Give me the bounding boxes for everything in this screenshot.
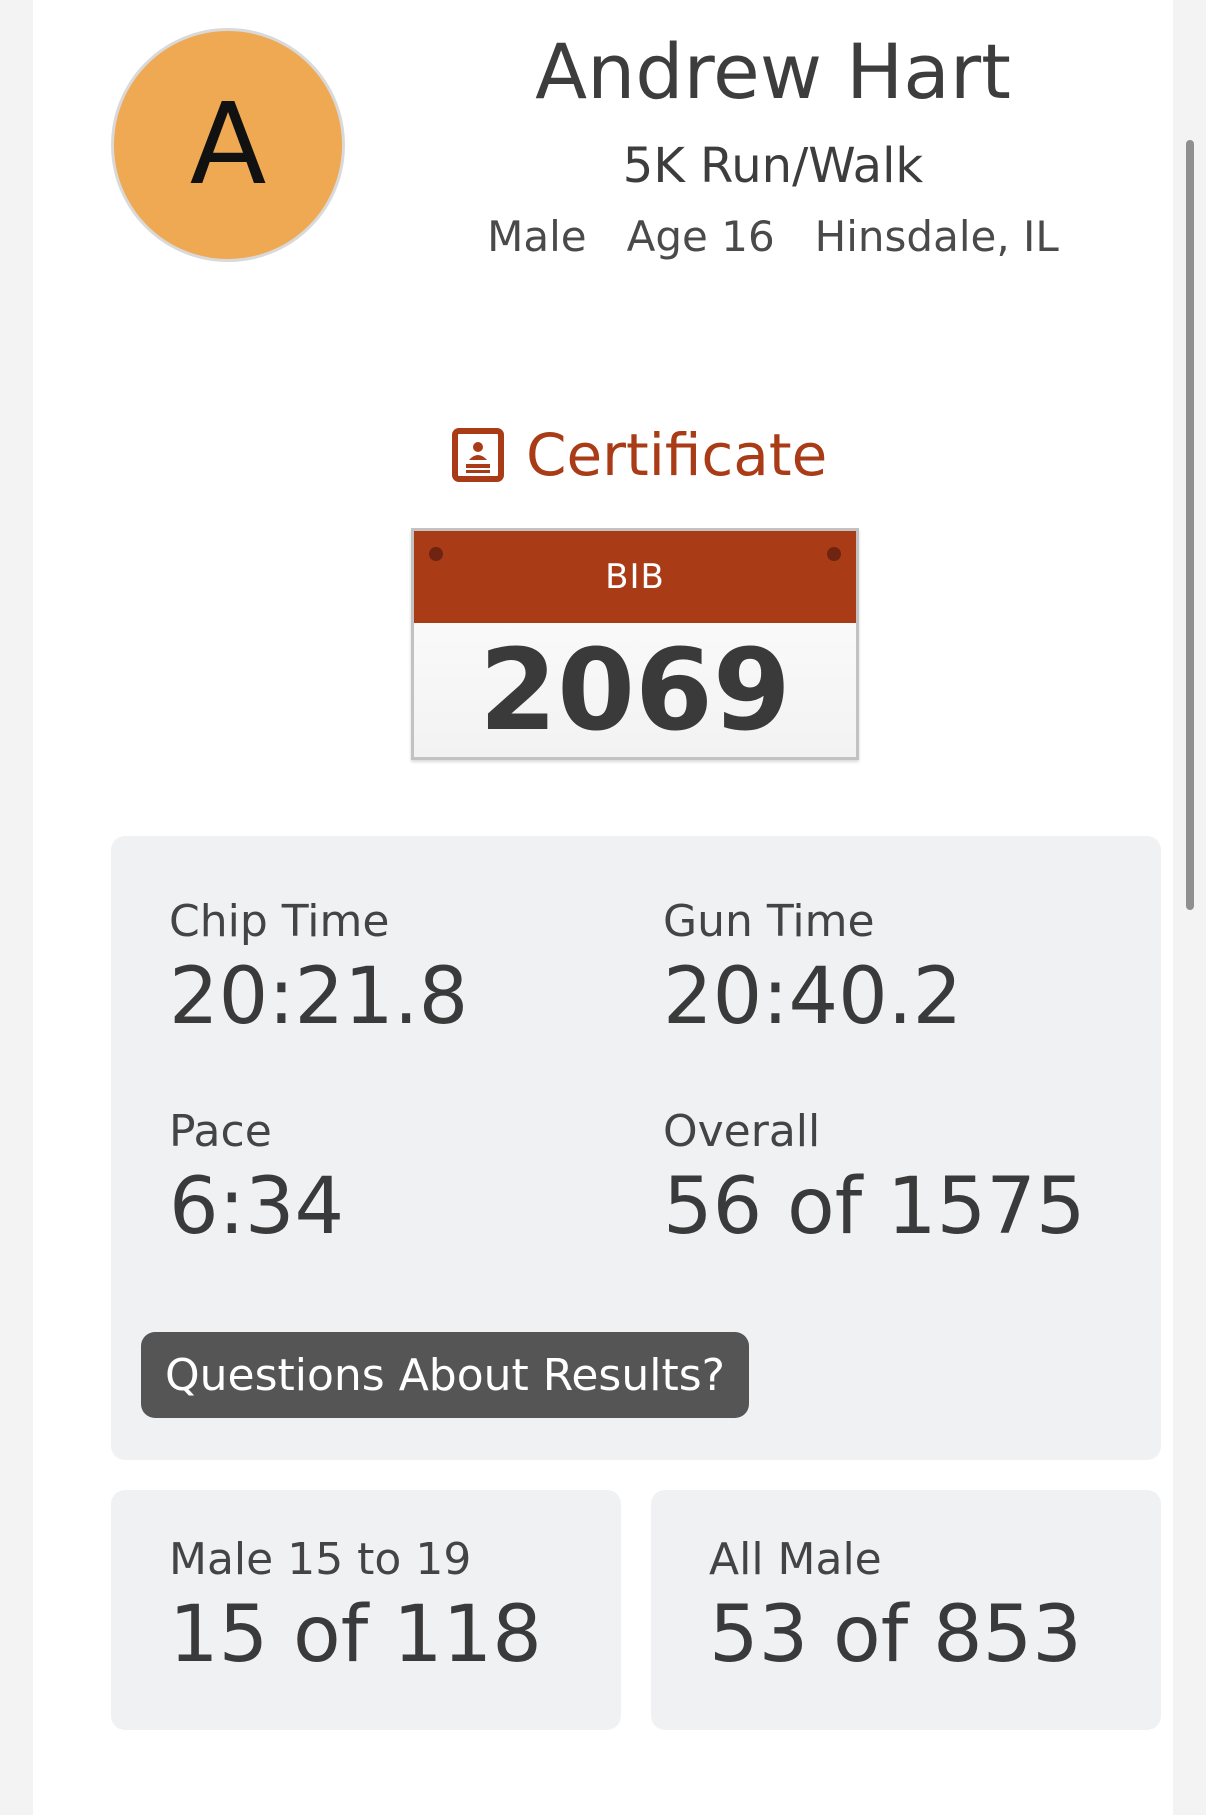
results-panel: Chip Time 20:21.8 Gun Time 20:40.2 Pace … [111,836,1161,1460]
division-value: 53 of 853 [709,1590,1082,1680]
overall-label: Overall [663,1106,821,1157]
bib-header: BIB [414,531,856,623]
athlete-location: Hinsdale, IL [814,212,1059,261]
overall-stat: Overall 56 of 1575 [663,1106,1086,1252]
certificate-label: Certificate [526,421,828,489]
bib-card: BIB 2069 [411,528,859,760]
division-label: All Male [709,1534,882,1585]
bib-label: BIB [605,557,665,597]
chip-time-label: Chip Time [169,896,390,947]
questions-about-results-button[interactable]: Questions About Results? [141,1332,749,1418]
certificate-icon [452,428,504,482]
division-card-all-male: All Male 53 of 853 [651,1490,1161,1730]
athlete-name: Andrew Hart [535,27,1011,116]
chip-time-stat: Chip Time 20:21.8 [169,896,469,1042]
results-page: A Andrew Hart 5K Run/Walk Male Age 16 Hins… [33,0,1173,1815]
bib-number: 2069 [479,626,791,756]
scrollbar[interactable] [1186,140,1194,910]
division-stat: Male 15 to 19 15 of 118 [169,1534,542,1680]
overall-value: 56 of 1575 [663,1162,1086,1252]
athlete-age: Age 16 [626,212,775,261]
division-label: Male 15 to 19 [169,1534,472,1585]
avatar: A [111,28,345,262]
pace-value: 6:34 [169,1162,345,1252]
pace-stat: Pace 6:34 [169,1106,345,1252]
division-card-age-group: Male 15 to 19 15 of 118 [111,1490,621,1730]
division-value: 15 of 118 [169,1590,542,1680]
bib-hole-right [827,547,841,561]
athlete-gender: Male [487,212,587,261]
gun-time-label: Gun Time [663,896,875,947]
race-name: 5K Run/Walk [622,138,924,194]
avatar-initial: A [189,80,267,210]
chip-time-value: 20:21.8 [169,952,469,1042]
division-stat: All Male 53 of 853 [709,1534,1082,1680]
certificate-link[interactable]: Certificate [452,426,827,484]
pace-label: Pace [169,1106,272,1157]
athlete-meta: Male Age 16 Hinsdale, IL [453,212,1093,261]
gun-time-value: 20:40.2 [663,952,963,1042]
bib-hole-left [429,547,443,561]
gun-time-stat: Gun Time 20:40.2 [663,896,963,1042]
